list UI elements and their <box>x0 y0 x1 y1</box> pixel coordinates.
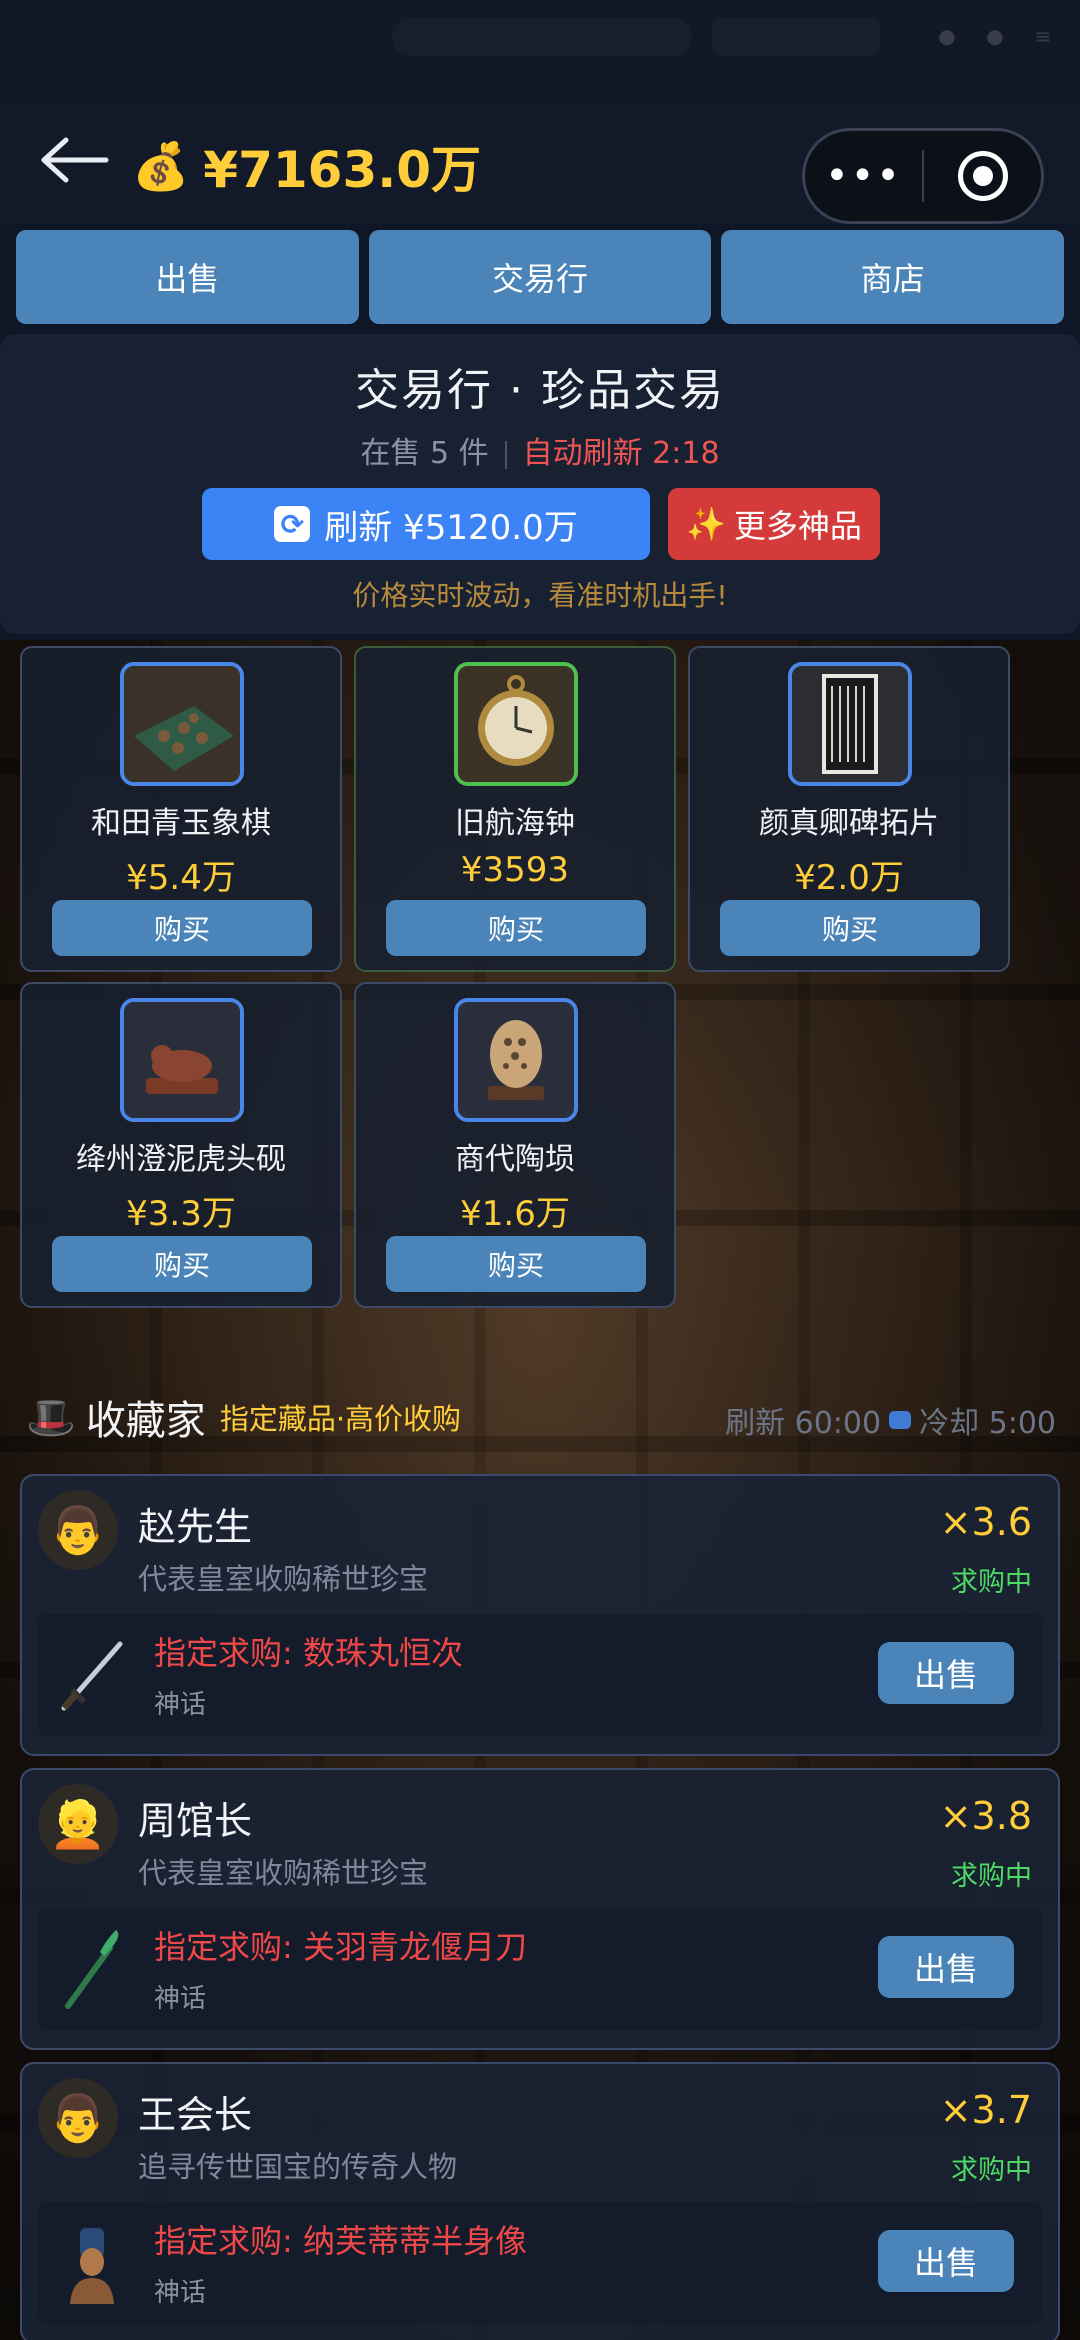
collector-desc: 追寻传世国宝的传奇人物 <box>138 2150 458 2184</box>
katana-icon <box>61 1641 123 1711</box>
item-price: ¥2.0万 <box>794 858 904 898</box>
back-button[interactable] <box>34 130 114 190</box>
item-price: ¥1.6万 <box>460 1194 570 1234</box>
item-card: 商代陶埙 ¥1.6万 购买 <box>354 982 676 1308</box>
app-header: 💰 ¥7163.0万 ••• <box>0 104 1080 224</box>
cooldown-icon <box>889 1411 912 1429</box>
collector-name: 王会长 <box>138 2093 253 2137</box>
request-rarity: 神话 <box>154 1984 207 2014</box>
collectors-title: 收藏家 <box>85 1398 206 1444</box>
more-label: 更多神品 <box>733 507 862 545</box>
collectors-timers: 刷新 60:00 冷却 5:00 <box>725 1398 1056 1442</box>
status-badge: 求购中 <box>951 1861 1032 1892</box>
collector-name: 赵先生 <box>138 1505 253 1549</box>
buy-button[interactable]: 购买 <box>386 1236 646 1292</box>
item-card: 旧航海钟 ¥3593 购买 <box>354 646 676 972</box>
refresh-button[interactable]: ⟳ 刷新 ¥5120.0万 <box>202 488 650 560</box>
collector-desc: 代表皇室收购稀世珍宝 <box>138 1856 429 1890</box>
item-card: 和田青玉象棋 ¥5.4万 购买 <box>20 646 342 972</box>
price-hint: 价格实时波动，看准时机出手! <box>352 579 728 612</box>
request-row: 指定求购: 关羽青龙偃月刀 神话 出售 <box>38 1908 1042 2030</box>
clay-ocarina-image[interactable] <box>454 998 578 1122</box>
man-face-icon: 👨 <box>38 1490 118 1570</box>
more-divine-button[interactable]: ✨ 更多神品 <box>668 488 880 560</box>
bust-statue-icon <box>70 2228 114 2304</box>
man-face-icon: 👨 <box>38 2078 118 2158</box>
sell-button[interactable]: 出售 <box>878 1642 1014 1704</box>
item-name: 旧航海钟 <box>455 806 575 841</box>
item-card: 颜真卿碑拓片 ¥2.0万 购买 <box>688 646 1010 972</box>
collector-card: 👨 王会长 追寻传世国宝的传奇人物 ×3.7 求购中 指定求购: 纳芙蒂蒂半身像… <box>20 2062 1060 2340</box>
sell-button[interactable]: 出售 <box>878 2230 1014 2292</box>
tiger-inkstone-image[interactable] <box>120 998 244 1122</box>
request-row: 指定求购: 数珠丸恒次 神话 出售 <box>38 1614 1042 1736</box>
chess-set-image[interactable] <box>120 662 244 786</box>
item-name: 商代陶埙 <box>455 1142 575 1177</box>
balance-value: ¥7163.0万 <box>203 141 482 199</box>
status-badge: 求购中 <box>951 2155 1032 2186</box>
balance-display: 💰 ¥7163.0万 <box>132 130 481 202</box>
arrow-left-icon <box>41 137 109 183</box>
item-name: 颜真卿碑拓片 <box>759 806 939 841</box>
collector-card: 👨 赵先生 代表皇室收购稀世珍宝 ×3.6 求购中 指定求购: 数珠丸恒次 神话… <box>20 1474 1060 1756</box>
top-hat-icon: 🎩 <box>26 1394 76 1441</box>
request-rarity: 神话 <box>154 1690 207 1720</box>
price-multiplier: ×3.8 <box>939 1794 1032 1838</box>
user-icon[interactable]: ● <box>984 25 1006 47</box>
buy-button[interactable]: 购买 <box>386 900 646 956</box>
request-title: 指定求购: 关羽青龙偃月刀 <box>154 1928 527 1966</box>
panel-status: 在售 5 件自动刷新 2:18 <box>0 428 1080 472</box>
sparkle-icon: ✨ <box>686 505 726 543</box>
collectors-cooldown: 冷却 5:00 <box>919 1406 1056 1441</box>
price-multiplier: ×3.7 <box>939 2088 1032 2132</box>
sell-button[interactable]: 出售 <box>878 1936 1014 1998</box>
stele-rubbing-image[interactable] <box>788 662 912 786</box>
close-mini-program-button[interactable] <box>924 151 1041 201</box>
item-price: ¥3.3万 <box>126 1194 236 1234</box>
collector-card: 👱 周馆长 代表皇室收购稀世珍宝 ×3.8 求购中 指定求购: 关羽青龙偃月刀 … <box>20 1768 1060 2050</box>
collector-desc: 代表皇室收购稀世珍宝 <box>138 1562 429 1596</box>
item-card: 绛州澄泥虎头砚 ¥3.3万 购买 <box>20 982 342 1308</box>
collector-name: 周馆长 <box>138 1799 253 1843</box>
main-tabs: 出售 交易行 商店 <box>16 230 1065 324</box>
more-options-button[interactable]: ••• <box>805 156 922 196</box>
buy-button[interactable]: 购买 <box>52 900 312 956</box>
trade-panel: 交易行 · 珍品交易 在售 5 件自动刷新 2:18 ⟳ 刷新 ¥5120.0万… <box>0 334 1080 634</box>
status-badge: 求购中 <box>951 1567 1032 1598</box>
request-title: 指定求购: 数珠丸恒次 <box>154 1634 463 1672</box>
collectors-refresh: 刷新 60:00 <box>725 1406 882 1441</box>
pocket-watch-image[interactable] <box>454 662 578 786</box>
price-multiplier: ×3.6 <box>939 1500 1032 1544</box>
mini-program-capsule: ••• <box>802 128 1044 224</box>
refresh-label: 刷新 ¥5120.0万 <box>324 507 578 548</box>
request-rarity: 神话 <box>154 2278 207 2308</box>
buy-button[interactable]: 购买 <box>720 900 980 956</box>
panel-title: 交易行 · 珍品交易 <box>355 365 725 416</box>
bell-icon[interactable]: ● <box>936 25 958 47</box>
money-bag-icon: 💰 <box>132 138 190 193</box>
tab-shop[interactable]: 商店 <box>721 230 1065 324</box>
item-name: 绛州澄泥虎头砚 <box>76 1142 286 1177</box>
menu-icon[interactable]: ≡ <box>1032 25 1054 47</box>
item-price: ¥5.4万 <box>126 858 236 898</box>
target-icon <box>957 151 1008 201</box>
item-price: ¥3593 <box>460 850 570 890</box>
collectors-header: 🎩 收藏家 指定藏品·高价收购 刷新 60:00 冷却 5:00 <box>26 1382 1056 1452</box>
request-row: 指定求购: 纳芙蒂蒂半身像 神话 出售 <box>38 2202 1042 2324</box>
system-search-field[interactable] <box>392 18 692 56</box>
tab-exchange[interactable]: 交易行 <box>368 230 712 324</box>
woman-face-icon: 👱 <box>38 1784 118 1864</box>
auto-refresh-timer: 自动刷新 2:18 <box>522 436 720 471</box>
guandao-icon <box>65 1930 119 2009</box>
refresh-icon: ⟳ <box>274 506 311 542</box>
item-name: 和田青玉象棋 <box>91 806 271 841</box>
tab-sell[interactable]: 出售 <box>16 230 359 324</box>
on-sale-count: 在售 5 件 <box>360 436 489 471</box>
system-bar: ● ● ≡ <box>0 0 1080 72</box>
request-title: 指定求购: 纳芙蒂蒂半身像 <box>154 2222 527 2260</box>
system-select[interactable] <box>712 18 880 56</box>
collectors-tag: 指定藏品·高价收购 <box>219 1402 462 1436</box>
buy-button[interactable]: 购买 <box>52 1236 312 1292</box>
